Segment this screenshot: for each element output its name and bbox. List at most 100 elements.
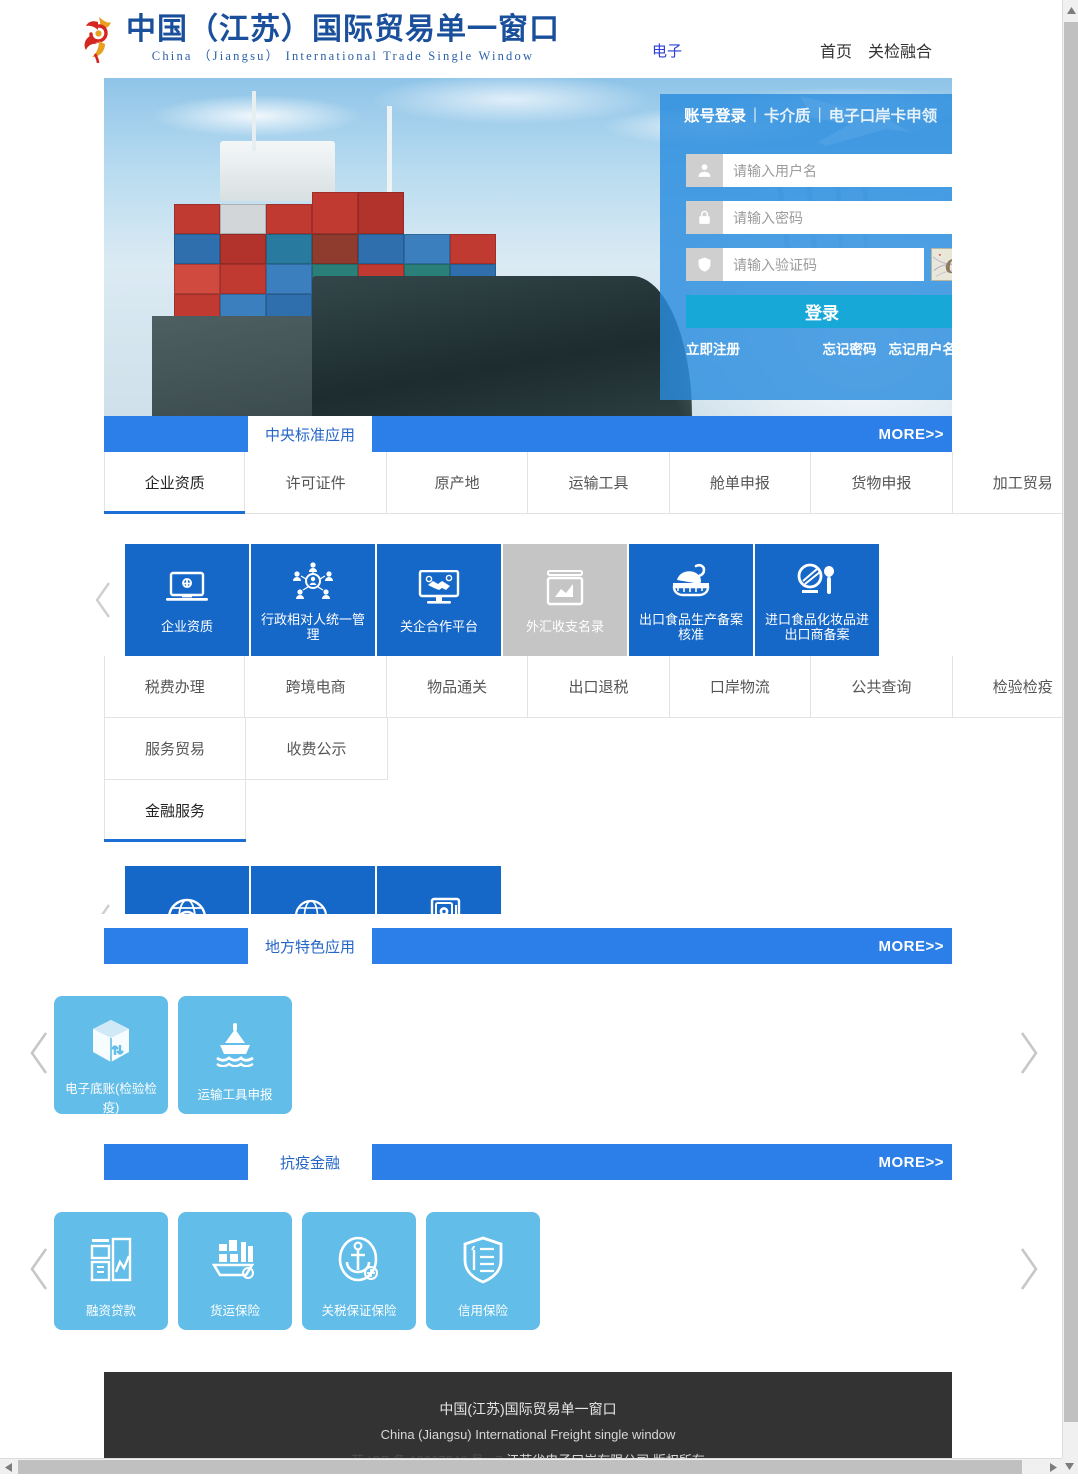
- chevron-right-icon: [1020, 1032, 1038, 1074]
- card-admin-counterpart-management[interactable]: 行政相对人统一管理: [251, 544, 375, 656]
- forgot-password-link[interactable]: 忘记密码: [823, 338, 877, 358]
- tab-separator-2: |: [817, 106, 822, 123]
- carousel-next-local[interactable]: [1016, 1032, 1042, 1074]
- emblem-icon: [78, 14, 120, 64]
- triangle-up-icon: [1066, 6, 1076, 14]
- tab-card-media[interactable]: 卡介质: [764, 104, 811, 126]
- site-footer: 中国(江苏)国际贸易单一窗口 China (Jiangsu) Internati…: [104, 1372, 952, 1458]
- captcha-image[interactable]: GNNZ: [931, 248, 952, 281]
- tab-cross-border-ecommerce[interactable]: 跨境电商: [245, 656, 387, 718]
- scroll-left-button[interactable]: [0, 1459, 17, 1475]
- roast-food-icon: [668, 558, 714, 604]
- carousel-prev-local[interactable]: [26, 1032, 52, 1074]
- scroll-right-button[interactable]: [1045, 1459, 1062, 1475]
- login-button[interactable]: 登录: [686, 295, 952, 328]
- triangle-right-icon: [1050, 1462, 1057, 1472]
- tab-processing-trade[interactable]: 加工贸易: [952, 452, 1062, 514]
- tab-port-logistics[interactable]: 口岸物流: [669, 656, 812, 718]
- tab-account-login[interactable]: 账号登录: [684, 104, 746, 126]
- logo-title-cn: 中国（江苏）国际贸易单一窗口: [126, 12, 560, 48]
- user-icon: [686, 154, 723, 187]
- nav-item-customs-inspection[interactable]: 关检融合: [868, 38, 932, 62]
- ship-icon: [214, 1018, 256, 1070]
- password-input[interactable]: [723, 201, 952, 234]
- section-header-local: 地方特色应用 MORE>>: [104, 928, 952, 964]
- card-import-food-cosmetics-filing[interactable]: 进口食品化妆品进出口商备案: [755, 544, 879, 656]
- card-label: 出口食品生产备案核准: [638, 611, 743, 642]
- central-tab-row-3: 服务贸易 收费公示: [104, 718, 1062, 780]
- nav-item-home[interactable]: 首页: [820, 38, 852, 62]
- ship-radar-mast: [252, 91, 256, 151]
- anchor-icon: [336, 1234, 382, 1286]
- card-tariff-guarantee[interactable]: [377, 866, 501, 914]
- central-tab-row-2: 税费办理 跨境电商 物品通关 出口退税 口岸物流 公共查询 检验检疫: [104, 656, 1062, 718]
- card-label: 外汇收支名录: [525, 619, 604, 635]
- more-link-finance[interactable]: MORE>>: [878, 1144, 944, 1180]
- carousel-prev-finance[interactable]: [26, 1248, 52, 1290]
- shield-icon: [686, 248, 723, 281]
- card-financing-loan[interactable]: [125, 866, 249, 914]
- horizontal-scrollbar[interactable]: [0, 1458, 1062, 1474]
- tab-origin[interactable]: 原产地: [386, 452, 529, 514]
- site-header: 中国（江苏）国际贸易单一窗口 China （Jiangsu） Internati…: [0, 0, 1062, 78]
- card-label: 信用保险: [457, 1304, 508, 1318]
- central-tab-row-1: 企业资质 许可证件 原产地 运输工具 舱单申报 货物申报 加工贸易: [104, 452, 1062, 514]
- register-link[interactable]: 立即注册: [686, 338, 740, 358]
- card-label: 企业资质: [160, 619, 213, 635]
- footer-spacer: [0, 1330, 1062, 1372]
- carousel-next-finance[interactable]: [1016, 1248, 1042, 1290]
- ship-hull-bow: [312, 276, 692, 416]
- site-logo[interactable]: 中国（江苏）国际贸易单一窗口 China （Jiangsu） Internati…: [78, 14, 560, 64]
- card-freight-insurance[interactable]: 货运保险: [178, 1212, 292, 1330]
- tab-permit-documents[interactable]: 许可证件: [245, 452, 387, 514]
- tab-public-query[interactable]: 公共查询: [811, 656, 953, 718]
- tab-financial-services[interactable]: 金融服务: [104, 780, 246, 842]
- vertical-scrollbar[interactable]: [1062, 0, 1078, 1458]
- chevron-left-icon: [30, 1032, 48, 1074]
- tab-export-tax-rebate[interactable]: 出口退税: [528, 656, 670, 718]
- tab-tax-handling[interactable]: 税费办理: [104, 656, 246, 718]
- card-cargo-insurance[interactable]: 保: [251, 866, 375, 914]
- tab-eport-card-apply[interactable]: 电子口岸卡申领: [829, 104, 938, 126]
- card-forex-directory[interactable]: 外汇收支名录: [503, 544, 627, 656]
- tab-manifest-declaration[interactable]: 舱单申报: [669, 452, 812, 514]
- horizontal-scroll-thumb[interactable]: [18, 1460, 1022, 1474]
- card-export-food-production-filing[interactable]: 出口食品生产备案核准: [629, 544, 753, 656]
- tab-goods-clearance[interactable]: 物品通关: [386, 656, 529, 718]
- captcha-field-row: GNNZ: [686, 248, 952, 281]
- card-electronic-ledger[interactable]: 电子底账(检验检疫): [54, 996, 168, 1115]
- username-input[interactable]: [723, 154, 952, 187]
- card-financing-loan[interactable]: 融资贷款: [54, 1212, 168, 1330]
- carousel-prev-central[interactable]: [90, 579, 116, 621]
- nav-link-electronic[interactable]: 电子: [652, 40, 682, 61]
- captcha-input[interactable]: [723, 248, 924, 281]
- card-label: 进口食品化妆品进出口商备案: [764, 611, 869, 642]
- forgot-username-link[interactable]: 忘记用户名: [889, 338, 953, 358]
- finance-card-strip: 融资贷款 货运保险 关税保证保险 信用保险: [30, 1180, 1038, 1330]
- card-tariff-guarantee-insurance[interactable]: 关税保证保险: [302, 1212, 416, 1330]
- triangle-left-icon: [5, 1462, 12, 1472]
- handshake-monitor-icon: [416, 565, 462, 611]
- hero-banner: 账号登录 | 卡介质 | 电子口岸卡申领 请输入用户名 请输入验证码 GNNZ …: [104, 78, 952, 416]
- tab-goods-declaration[interactable]: 货物申报: [811, 452, 953, 514]
- vertical-scroll-thumb[interactable]: [1064, 22, 1078, 1422]
- card-enterprise-qualification[interactable]: 企业资质: [125, 544, 249, 656]
- more-link-local[interactable]: MORE>>: [878, 928, 944, 964]
- login-panel: 账号登录 | 卡介质 | 电子口岸卡申领 请输入用户名 请输入验证码 GNNZ …: [660, 94, 952, 400]
- tab-fee-disclosure[interactable]: 收费公示: [246, 718, 388, 780]
- card-label: 货运保险: [209, 1304, 260, 1318]
- card-transport-declaration[interactable]: 运输工具申报: [178, 996, 292, 1114]
- tab-service-trade[interactable]: 服务贸易: [104, 718, 246, 780]
- lock-icon: [686, 201, 723, 234]
- tab-transport-tools[interactable]: 运输工具: [528, 452, 670, 514]
- carousel-prev-central-2[interactable]: [90, 901, 116, 914]
- tab-inspection-quarantine[interactable]: 检验检疫: [952, 656, 1062, 718]
- card-label: 关税保证保险: [321, 1304, 397, 1318]
- login-tab-bar: 账号登录 | 卡介质 | 电子口岸卡申领: [660, 94, 952, 126]
- more-link-central[interactable]: MORE>>: [878, 416, 944, 452]
- primary-nav: 首页 关检融合: [820, 38, 932, 62]
- scroll-up-button[interactable]: [1063, 0, 1078, 20]
- card-customs-enterprise-platform[interactable]: 关企合作平台: [377, 544, 501, 656]
- card-credit-insurance[interactable]: 信用保险: [426, 1212, 540, 1330]
- tab-enterprise-qualification[interactable]: 企业资质: [104, 452, 246, 514]
